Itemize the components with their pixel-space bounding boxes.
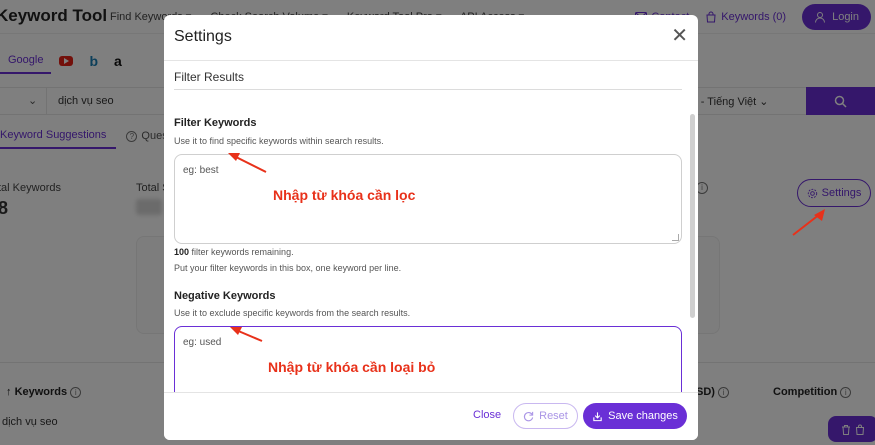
annotation-filter-keywords: Nhập từ khóa cần lọc <box>273 187 416 203</box>
modal-body: Filter Results Filter Keywords Use it to… <box>164 62 698 392</box>
reset-button[interactable]: Reset <box>513 403 578 429</box>
settings-modal: Settings ✕ Filter Results Filter Keyword… <box>164 15 698 440</box>
filter-keywords-remaining: 100 filter keywords remaining. <box>174 247 294 257</box>
remaining-count: 100 <box>174 247 190 257</box>
reset-button-label: Reset <box>539 410 568 422</box>
annotation-negative-keywords: Nhập từ khóa cần loại bỏ <box>268 359 436 375</box>
remaining-text: filter keywords remaining. <box>189 247 294 257</box>
close-button[interactable]: Close <box>473 409 501 421</box>
filter-keywords-textarea[interactable]: eg: best <box>174 154 682 244</box>
refresh-icon <box>524 411 534 421</box>
negative-keywords-help: Use it to exclude specific keywords from… <box>174 308 411 318</box>
negative-keywords-placeholder: eg: used <box>183 337 222 348</box>
filter-keywords-label: Filter Keywords <box>174 117 257 129</box>
resize-handle[interactable] <box>672 234 679 241</box>
close-icon[interactable]: ✕ <box>671 26 688 46</box>
divider <box>174 89 682 90</box>
save-changes-label: Save changes <box>608 410 678 422</box>
filter-keywords-help: Use it to find specific keywords within … <box>174 136 384 146</box>
save-changes-button[interactable]: Save changes <box>583 403 687 429</box>
filter-keywords-instructions: Put your filter keywords in this box, on… <box>174 263 402 273</box>
modal-header: Settings ✕ <box>164 15 698 61</box>
modal-title: Settings <box>174 28 232 45</box>
section-title-filter-results: Filter Results <box>174 70 245 84</box>
negative-keywords-label: Negative Keywords <box>174 290 276 302</box>
filter-keywords-placeholder: eg: best <box>183 165 219 176</box>
save-icon <box>593 411 602 421</box>
modal-footer: Close Reset Save changes <box>164 392 698 440</box>
modal-scrollbar[interactable] <box>690 114 695 318</box>
